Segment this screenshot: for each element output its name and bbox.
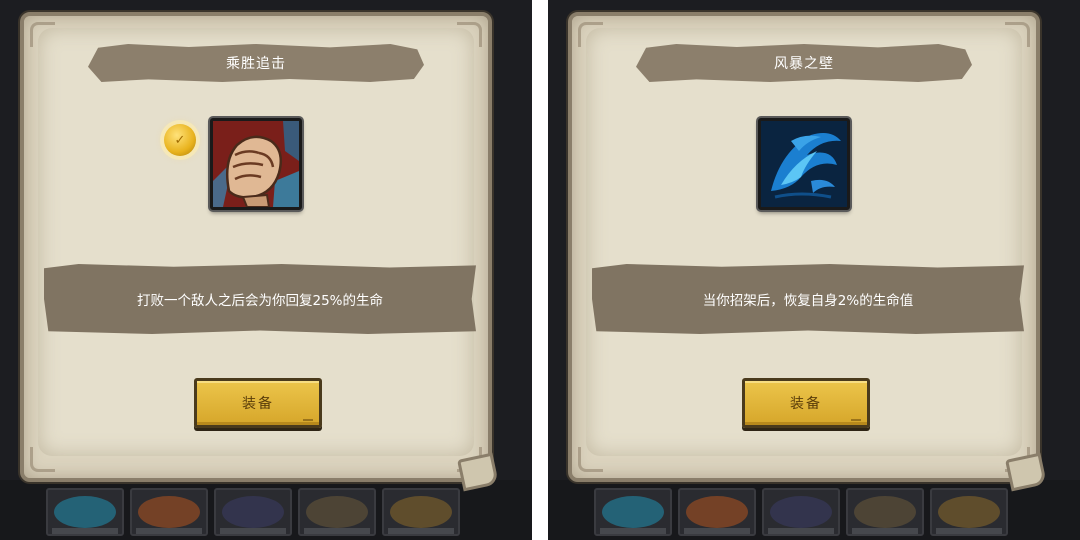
- panel-corner-ornament: [578, 447, 603, 472]
- background-skill-slot: [678, 488, 756, 536]
- background-skill-slot: [930, 488, 1008, 536]
- skill-icon-frame: [758, 118, 850, 210]
- background-skill-slot: [298, 488, 376, 536]
- skill-description: 当你招架后，恢复自身2%的生命值: [702, 293, 914, 309]
- skill-title: 乘胜追击: [226, 56, 286, 72]
- equip-button-label: 装备: [790, 396, 822, 412]
- background-skill-bar: [0, 480, 532, 540]
- panel-corner-ornament: [578, 22, 603, 47]
- panel-corner-ornament: [1005, 22, 1030, 47]
- title-banner: 乘胜追击: [88, 44, 424, 82]
- background-skill-bar: [548, 480, 1080, 540]
- title-banner: 风暴之壁: [636, 44, 972, 82]
- equip-button-label: 装备: [242, 396, 274, 412]
- fist-icon: [213, 121, 299, 207]
- equip-button[interactable]: 装备: [194, 378, 322, 428]
- background-skill-slot: [594, 488, 672, 536]
- skill-description: 打败一个敌人之后会为你回复25%的生命: [136, 293, 383, 309]
- background-skill-slot: [846, 488, 924, 536]
- panel-corner-ornament: [457, 22, 482, 47]
- skill-detail-panel: 乘胜追击 ✓ 打败一个敌人之后会为你回复25%的生命 装备: [20, 12, 499, 492]
- skill-description-band: 打败一个敌人之后会为你回复25%的生命: [44, 264, 476, 334]
- background-skill-slot: [214, 488, 292, 536]
- screen-right: 风暴之壁 当你招架后，恢复自身2%的生命值 装备: [548, 0, 1080, 540]
- equip-button[interactable]: 装备: [742, 378, 870, 428]
- background-skill-slot: [762, 488, 840, 536]
- button-nick: [303, 419, 313, 421]
- skill-title: 风暴之壁: [774, 56, 834, 72]
- screen-left: 乘胜追击 ✓ 打败一个敌人之后会为你回复25%的生命 装备: [0, 0, 532, 540]
- skill-description-band: 当你招架后，恢复自身2%的生命值: [592, 264, 1024, 334]
- background-skill-slot: [130, 488, 208, 536]
- skill-detail-panel: 风暴之壁 当你招架后，恢复自身2%的生命值 装备: [568, 12, 1047, 492]
- coin-icon: ✓: [164, 124, 196, 156]
- background-skill-slot: [46, 488, 124, 536]
- skill-icon-frame: [210, 118, 302, 210]
- storm-wall-icon: [761, 121, 847, 207]
- button-nick: [851, 419, 861, 421]
- panel-corner-ornament: [30, 447, 55, 472]
- screen-divider: [532, 0, 548, 540]
- panel-corner-ornament: [30, 22, 55, 47]
- background-skill-slot: [382, 488, 460, 536]
